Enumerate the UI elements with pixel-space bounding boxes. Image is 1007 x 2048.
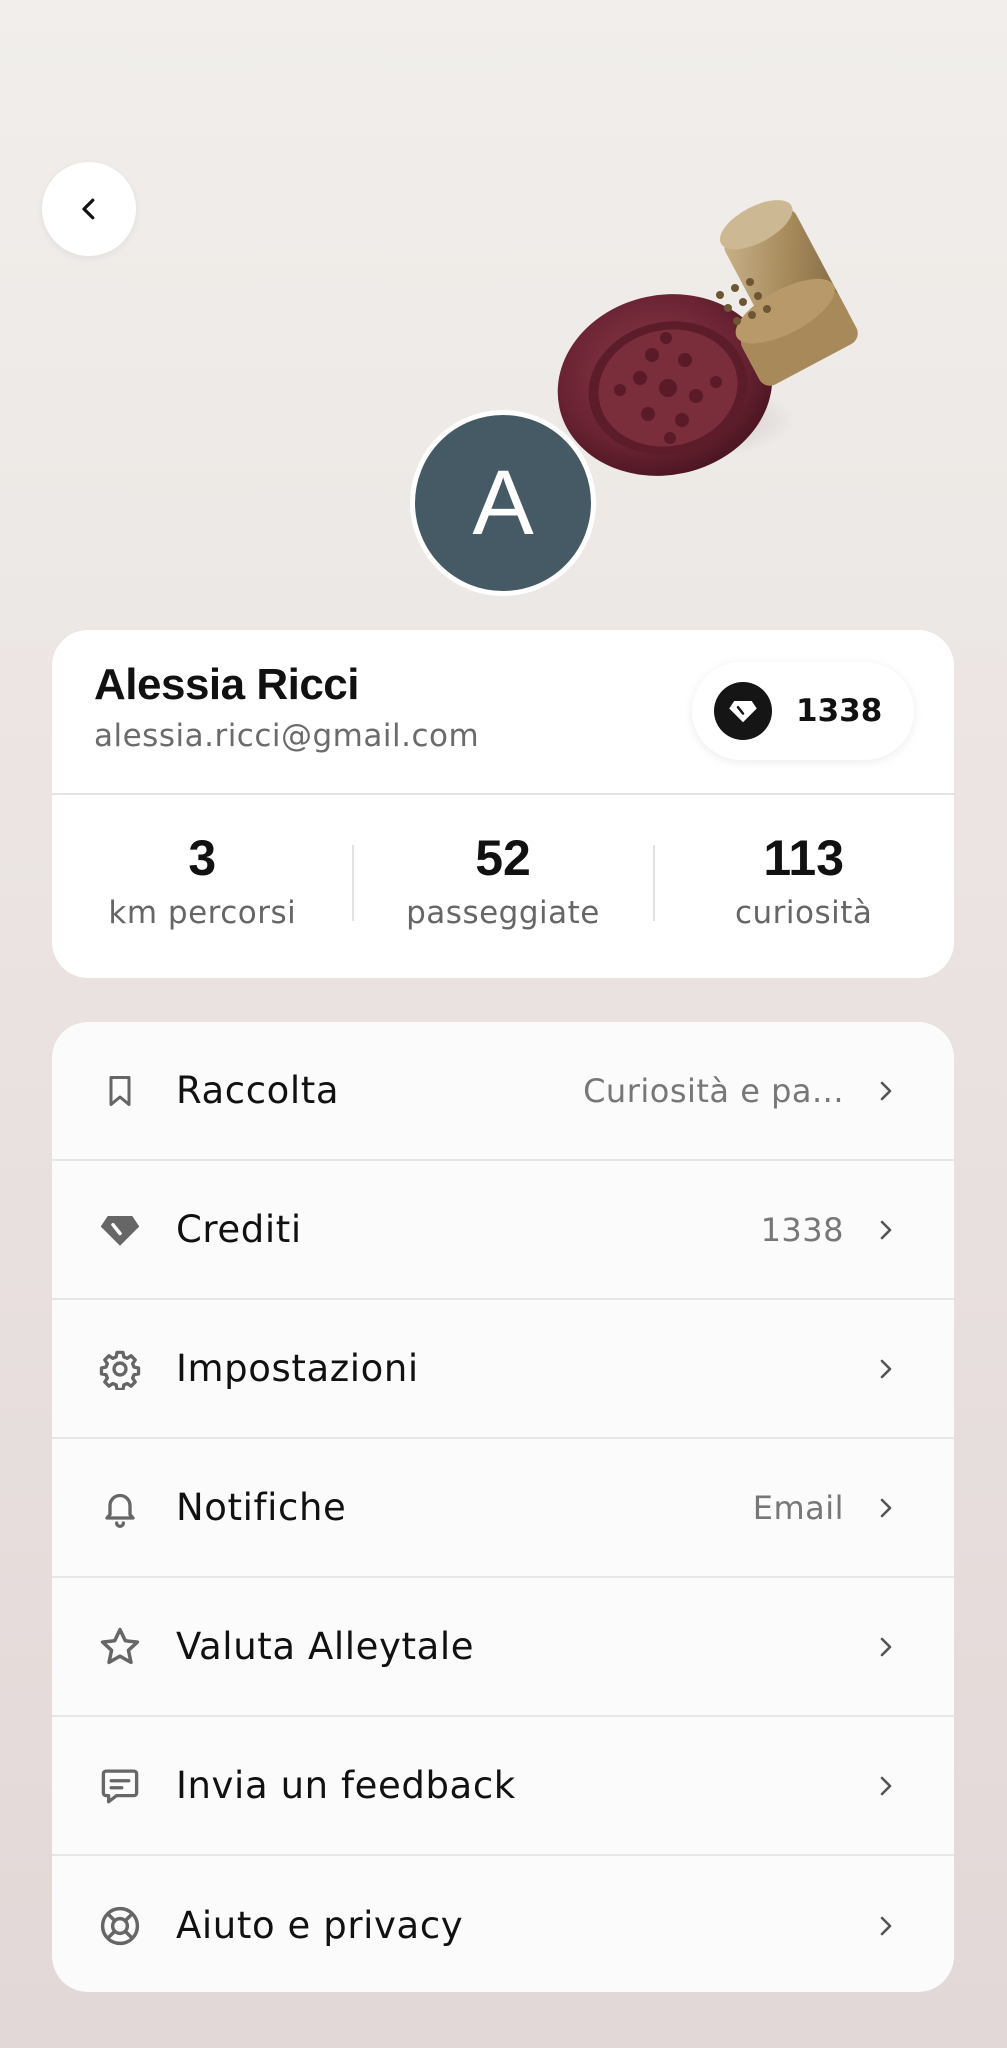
stat-walks: 52 passeggiate [353, 795, 654, 976]
bell-icon [96, 1484, 144, 1532]
menu-item-value: Email [752, 1488, 844, 1527]
stat-divider [653, 845, 655, 921]
star-icon [96, 1623, 144, 1671]
settings-menu: Raccolta Curiosità e pa... Crediti 1338 … [52, 1022, 954, 1992]
bookmark-icon [96, 1067, 144, 1115]
menu-item-crediti[interactable]: Crediti 1338 [52, 1161, 954, 1300]
stat-value: 52 [475, 830, 531, 886]
menu-item-impostazioni[interactable]: Impostazioni [52, 1300, 954, 1439]
stat-label: km percorsi [108, 895, 297, 931]
stat-label: curiosità [734, 895, 873, 931]
stat-curiosities: 113 curiosità [653, 795, 954, 976]
menu-item-label: Crediti [176, 1208, 302, 1251]
user-email: alessia.ricci@gmail.com [94, 718, 480, 754]
profile-header: Alessia Ricci alessia.ricci@gmail.com 13… [52, 630, 954, 795]
menu-item-notifiche[interactable]: Notifiche Email [52, 1439, 954, 1578]
menu-item-raccolta[interactable]: Raccolta Curiosità e pa... [52, 1022, 954, 1161]
stat-value: 3 [188, 830, 217, 886]
menu-item-label: Impostazioni [176, 1347, 419, 1390]
avatar-letter: A [472, 451, 534, 554]
stat-divider [352, 845, 354, 921]
diamond-icon [714, 682, 772, 740]
menu-item-label: Notifiche [176, 1486, 347, 1529]
chevron-right-icon [870, 1627, 902, 1667]
chevron-right-icon [870, 1488, 902, 1528]
menu-item-label: Aiuto e privacy [176, 1904, 464, 1947]
avatar[interactable]: A [410, 410, 596, 596]
menu-item-label: Valuta Alleytale [176, 1625, 475, 1668]
menu-item-label: Raccolta [176, 1069, 340, 1112]
user-name: Alessia Ricci [94, 660, 360, 709]
chevron-right-icon [870, 1349, 902, 1389]
menu-item-value: Curiosità e pa... [583, 1071, 844, 1110]
menu-item-label: Invia un feedback [176, 1764, 516, 1807]
lifebuoy-icon [96, 1902, 144, 1950]
menu-item-value: 1338 [760, 1210, 844, 1249]
message-icon [96, 1762, 144, 1810]
gear-icon [96, 1345, 144, 1393]
diamond-icon [96, 1206, 144, 1254]
chevron-right-icon [870, 1906, 902, 1946]
menu-item-aiuto[interactable]: Aiuto e privacy [52, 1856, 954, 1992]
chevron-right-icon [870, 1071, 902, 1111]
chevron-right-icon [870, 1766, 902, 1806]
stat-value: 113 [763, 830, 845, 886]
credits-badge[interactable]: 1338 [692, 662, 914, 760]
profile-card: Alessia Ricci alessia.ricci@gmail.com 13… [52, 630, 954, 978]
chevron-left-icon [82, 198, 95, 220]
wax-seal-stamp-image [555, 200, 858, 476]
menu-item-valuta[interactable]: Valuta Alleytale [52, 1578, 954, 1717]
stat-label: passeggiate [406, 895, 600, 931]
chevron-right-icon [870, 1210, 902, 1250]
stats-row: 3 km percorsi 52 passeggiate 113 curiosi… [52, 795, 954, 976]
menu-item-feedback[interactable]: Invia un feedback [52, 1717, 954, 1856]
stat-km: 3 km percorsi [52, 795, 353, 976]
credits-value: 1338 [796, 693, 883, 729]
back-button[interactable] [42, 162, 136, 256]
